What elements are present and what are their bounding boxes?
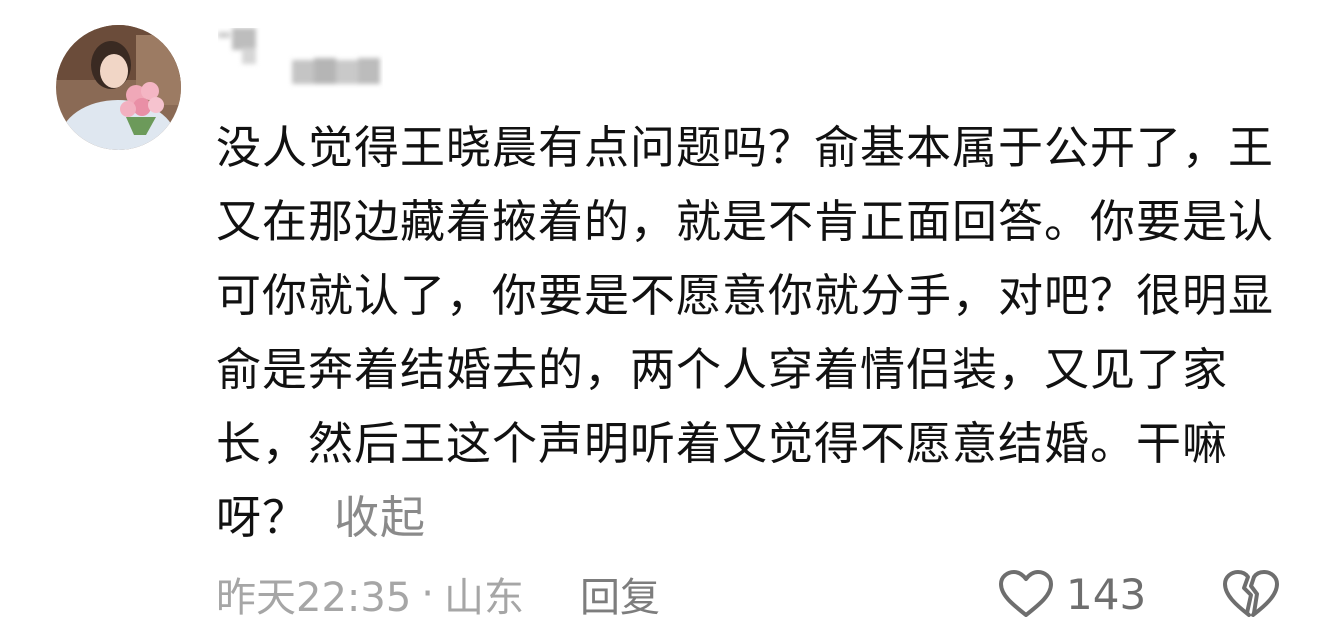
comment-meta: 昨天22:35 · 山东 回复 [216, 566, 660, 622]
like-count: 143 [1066, 569, 1147, 619]
heart-outline-icon [999, 570, 1053, 617]
avatar-image [56, 25, 181, 150]
comment-body: 没人觉得王晓晨有点问题吗？俞基本属于公开了，王又在那边藏着掖着的，就是不肯正面回… [216, 111, 1276, 555]
comment-timestamp: 昨天22:35 [216, 575, 412, 621]
username-blurred[interactable] [218, 28, 383, 90]
meta-separator: · [421, 571, 434, 617]
collapse-button[interactable]: 收起 [334, 491, 426, 544]
broken-heart-icon [1223, 570, 1279, 617]
comment-item: 没人觉得王晓晨有点问题吗？俞基本属于公开了，王又在那边藏着掖着的，就是不肯正面回… [0, 0, 1344, 621]
comment-text: 没人觉得王晓晨有点问题吗？俞基本属于公开了，王又在那边藏着掖着的，就是不肯正面回… [216, 121, 1275, 544]
blurred-username-icon [218, 28, 380, 84]
reply-button[interactable]: 回复 [580, 565, 660, 623]
comment-location: 山东 [444, 575, 524, 621]
dislike-button[interactable] [1222, 568, 1280, 620]
like-button[interactable]: 143 [998, 568, 1146, 620]
user-avatar[interactable] [56, 25, 181, 150]
